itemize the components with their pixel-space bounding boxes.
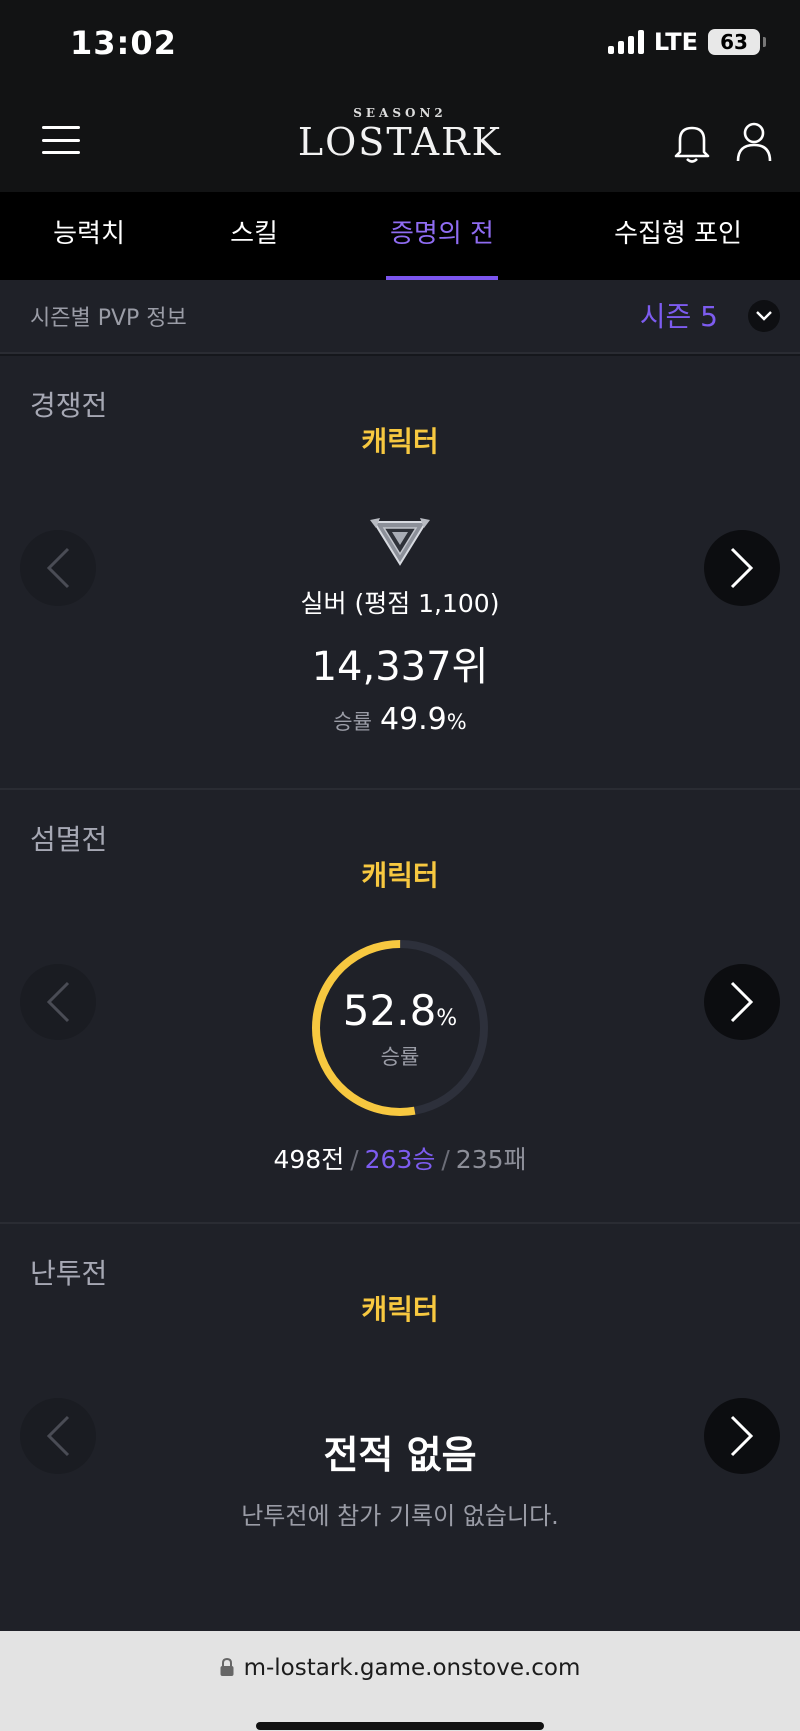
section-subtitle: 캐릭터 — [361, 859, 439, 892]
user-icon[interactable] — [734, 120, 774, 164]
donut-unit: % — [436, 1006, 458, 1031]
record-separator: / — [350, 1145, 359, 1174]
menu-icon[interactable] — [42, 126, 80, 154]
season-value[interactable]: 시즌 5 — [640, 295, 718, 335]
rank-position: 14,337위 — [311, 644, 489, 690]
win-rate: 승률 49.9% — [0, 702, 800, 737]
annihilation-section: 섬멸전 캐릭터 52.8% 승률 498전/263승/235패 — [0, 790, 800, 1224]
section-subtitle: 캐릭터 — [361, 425, 439, 458]
melee-section: 난투전 캐릭터 전적 없음 난투전에 참가 기록이 없습니다. — [0, 1224, 800, 1631]
tab-proving-grounds[interactable]: 증명의 전장 — [386, 192, 498, 333]
match-record: 498전/263승/235패 — [0, 1140, 800, 1176]
top-navigation: SEASON2 LOSTARK — [0, 88, 800, 192]
tab-stats[interactable]: 능력치 — [50, 192, 128, 280]
browser-url-bar[interactable]: m-lostark.game.onstove.com — [0, 1631, 800, 1731]
win-rate-unit: % — [446, 710, 467, 734]
status-bar: 13:02 LTE 63 — [0, 0, 800, 88]
donut-label: 승률 — [380, 1045, 420, 1069]
lock-icon — [220, 1658, 234, 1676]
section-title: 난투전 — [30, 1257, 108, 1290]
silver-tier-icon — [370, 518, 430, 566]
network-type: LTE — [653, 28, 698, 56]
tab-collectibles[interactable]: 수집형 포인트 — [608, 192, 748, 333]
tier-rating: 실버 (평점 1,100) — [300, 589, 500, 618]
url-display[interactable]: m-lostark.game.onstove.com — [0, 1655, 800, 1681]
record-separator: / — [441, 1145, 450, 1174]
donut-value: 52.8 — [342, 986, 437, 1035]
logo-season: SEASON2 — [353, 106, 447, 120]
lostark-logo[interactable]: SEASON2 LOSTARK — [290, 106, 510, 176]
record-losses: 235패 — [455, 1145, 527, 1174]
empty-state-title: 전적 없음 — [323, 1433, 477, 1477]
empty-state-description: 난투전에 참가 기록이 없습니다. — [241, 1502, 559, 1530]
win-rate-value: 49.9 — [379, 702, 447, 737]
section-subtitle: 캐릭터 — [361, 1293, 439, 1326]
tab-bar: 능력치 스킬 증명의 전장 수집형 포인트 — [0, 192, 800, 333]
battery-level: 63 — [720, 30, 748, 54]
section-title: 섬멸전 — [30, 823, 108, 856]
season-label: 시즌별 PVP 정보 — [30, 306, 187, 331]
home-indicator — [256, 1722, 544, 1730]
chevron-down-icon[interactable] — [748, 300, 780, 332]
competitive-section: 경쟁전 캐릭터 실버 (평점 1,100) 14,337위 승률 49.9% — [0, 356, 800, 790]
section-title: 경쟁전 — [30, 389, 108, 422]
bell-icon[interactable] — [672, 122, 712, 164]
status-indicators: LTE 63 — [607, 28, 766, 56]
season-selector[interactable]: 시즌별 PVP 정보 시즌 5 — [0, 280, 800, 354]
next-button[interactable] — [704, 964, 780, 1040]
record-total: 498전 — [273, 1145, 345, 1174]
status-time: 13:02 — [70, 24, 177, 62]
record-wins: 263승 — [364, 1145, 436, 1174]
signal-icon — [607, 30, 644, 54]
win-rate-label: 승률 — [333, 710, 372, 734]
logo-text: LOSTARK — [297, 120, 503, 164]
donut-center: 52.8% 승률 — [310, 986, 490, 1071]
prev-button[interactable] — [20, 964, 96, 1040]
battery-icon: 63 — [708, 29, 766, 55]
url-text: m-lostark.game.onstove.com — [243, 1655, 581, 1681]
tab-skills[interactable]: 스킬 — [228, 192, 280, 280]
